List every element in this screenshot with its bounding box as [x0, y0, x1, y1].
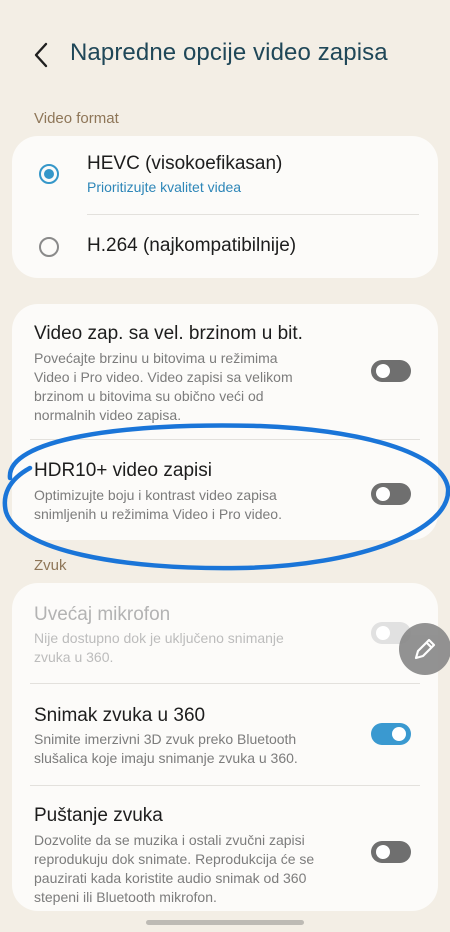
- play-audio-toggle[interactable]: [371, 841, 411, 863]
- toggle-knob: [392, 727, 406, 741]
- setting-title: Video zap. sa vel. brzinom u bit.: [34, 323, 303, 344]
- bitrate-toggle[interactable]: [371, 360, 411, 382]
- back-button[interactable]: [30, 38, 54, 72]
- setting-title: HDR10+ video zapisi: [34, 460, 212, 481]
- chevron-left-icon: [34, 42, 48, 68]
- radio-unselected-icon[interactable]: [39, 237, 59, 257]
- video-settings-card: Video zap. sa vel. brzinom u bit. Poveća…: [12, 304, 438, 540]
- toggle-knob: [376, 487, 390, 501]
- setting-row-hdr10[interactable]: HDR10+ video zapisi Optimizujte boju i k…: [12, 440, 438, 540]
- page-title: Napredne opcije video zapisa: [70, 39, 388, 66]
- setting-title: Uvećaj mikrofon: [34, 604, 171, 625]
- setting-row-play-audio[interactable]: Puštanje zvuka Dozvolite da se muzika i …: [12, 786, 438, 911]
- hdr10-toggle[interactable]: [371, 483, 411, 505]
- setting-title: Snimak zvuka u 360: [34, 705, 206, 726]
- edit-button[interactable]: [399, 623, 450, 675]
- radio-option-h264[interactable]: H.264 (najkompatibilnije): [12, 215, 438, 278]
- setting-description: Dozvolite da se muzika i ostali zvučni z…: [34, 832, 315, 905]
- radio-option-hevc[interactable]: HEVC (visokoefikasan) Prioritizujte kval…: [12, 136, 438, 214]
- toggle-knob: [376, 364, 390, 378]
- setting-row-bitrate[interactable]: Video zap. sa vel. brzinom u bit. Poveća…: [12, 304, 438, 439]
- section-label-video-format: Video format: [34, 110, 119, 127]
- option-subtitle: Prioritizujte kvalitet videa: [87, 179, 242, 195]
- option-title: HEVC (visokoefikasan): [87, 153, 283, 174]
- radio-selected-icon[interactable]: [39, 164, 59, 184]
- setting-row-360-audio[interactable]: Snimak zvuka u 360 Snimite imerzivni 3D …: [12, 684, 438, 784]
- setting-row-zoom-mic: Uvećaj mikrofon Nije dostupno dok je ukl…: [12, 583, 438, 683]
- sound-settings-card: Uvećaj mikrofon Nije dostupno dok je ukl…: [12, 583, 438, 911]
- section-label-sound: Zvuk: [34, 557, 67, 574]
- app-header: Napredne opcije video zapisa: [0, 0, 450, 108]
- pencil-icon: [414, 638, 436, 660]
- setting-description: Optimizujte boju i kontrast video zapisa…: [34, 487, 282, 522]
- setting-title: Puštanje zvuka: [34, 805, 163, 826]
- video-format-card: HEVC (visokoefikasan) Prioritizujte kval…: [12, 136, 438, 278]
- toggle-knob: [376, 626, 390, 640]
- 360-audio-toggle[interactable]: [371, 723, 411, 745]
- home-indicator[interactable]: [146, 920, 304, 925]
- option-title: H.264 (najkompatibilnije): [87, 235, 297, 256]
- setting-description: Snimite imerzivni 3D zvuk preko Bluetoot…: [34, 731, 298, 766]
- toggle-knob: [376, 845, 390, 859]
- setting-description: Nije dostupno dok je uključeno snimanje …: [34, 630, 284, 665]
- setting-description: Povećajte brzinu u bitovima u režimima V…: [34, 350, 293, 423]
